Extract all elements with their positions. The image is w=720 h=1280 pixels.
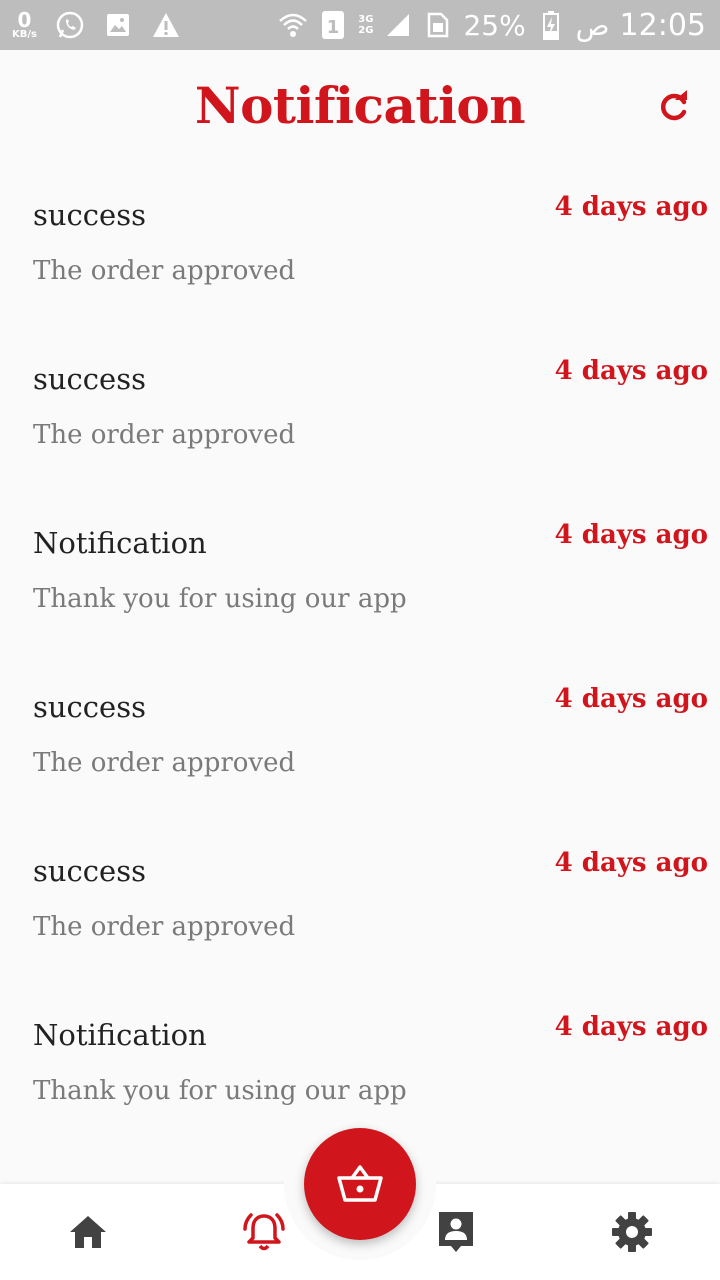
network-type-bottom: 2G — [358, 25, 374, 36]
notification-time: 4 days ago — [554, 192, 708, 222]
refresh-button[interactable] — [654, 86, 694, 126]
signal-icon — [383, 10, 413, 40]
notification-time: 4 days ago — [554, 848, 708, 878]
nav-home-button[interactable] — [62, 1206, 114, 1258]
clock-time: 12:05 — [619, 7, 706, 43]
notification-body: The order approved — [33, 420, 296, 450]
sim-icon: 1 — [318, 10, 348, 40]
status-bar: 0 KB/s 1 3G 2G 25% ص 12:05 — [0, 0, 720, 50]
status-bar-left: 0 KB/s — [12, 10, 181, 40]
network-speed-unit: KB/s — [12, 29, 37, 40]
notification-title: success — [33, 198, 146, 232]
network-type: 3G 2G — [358, 14, 373, 36]
notification-time: 4 days ago — [554, 520, 708, 550]
notification-body: The order approved — [33, 256, 296, 286]
notification-title: success — [33, 362, 146, 396]
sim-slot-number: 1 — [327, 17, 340, 38]
notification-title: Notification — [33, 526, 207, 560]
notification-body: Thank you for using our app — [33, 584, 407, 614]
home-icon — [70, 1216, 106, 1248]
gear-icon — [612, 1212, 652, 1252]
nav-settings-button[interactable] — [606, 1206, 658, 1258]
notification-item[interactable]: success 4 days ago The order approved — [0, 334, 720, 498]
basket-icon — [337, 1165, 383, 1202]
notification-time: 4 days ago — [554, 356, 708, 386]
notification-body: The order approved — [33, 748, 296, 778]
notification-item[interactable]: success 4 days ago The order approved — [0, 662, 720, 826]
contact-icon — [439, 1212, 473, 1252]
notification-title: success — [33, 690, 146, 724]
nav-profile-button[interactable] — [430, 1206, 482, 1258]
warning-icon — [151, 10, 181, 40]
notification-time: 4 days ago — [554, 684, 708, 714]
notification-title: Notification — [33, 1018, 207, 1052]
notification-item[interactable]: Notification 4 days ago Thank you for us… — [0, 498, 720, 662]
network-type-top: 3G — [358, 14, 374, 25]
notification-list[interactable]: success 4 days ago The order approved su… — [0, 170, 720, 1184]
wifi-icon — [278, 10, 308, 40]
notification-title: success — [33, 854, 146, 888]
app-bar: Notification — [0, 50, 720, 170]
network-speed-value: 0 — [17, 8, 32, 32]
gallery-icon — [103, 10, 133, 40]
whatsapp-icon — [55, 10, 85, 40]
page-title: Notification — [194, 76, 526, 135]
time-period: ص — [575, 8, 610, 42]
status-bar-right: 1 3G 2G 25% ص 12:05 — [278, 8, 706, 43]
sim-card-icon — [423, 10, 453, 40]
notification-time: 4 days ago — [554, 1012, 708, 1042]
notification-body: Thank you for using our app — [33, 1076, 407, 1106]
cart-fab-button[interactable] — [304, 1128, 416, 1240]
notification-body: The order approved — [33, 912, 296, 942]
nav-notifications-button[interactable] — [238, 1206, 290, 1258]
notification-item[interactable]: success 4 days ago The order approved — [0, 170, 720, 334]
battery-percent: 25% — [463, 8, 526, 42]
refresh-icon — [660, 90, 687, 121]
notification-item[interactable]: success 4 days ago The order approved — [0, 826, 720, 990]
battery-charging-icon — [536, 10, 566, 40]
bell-icon — [243, 1213, 285, 1251]
network-speed: 0 KB/s — [12, 10, 37, 40]
